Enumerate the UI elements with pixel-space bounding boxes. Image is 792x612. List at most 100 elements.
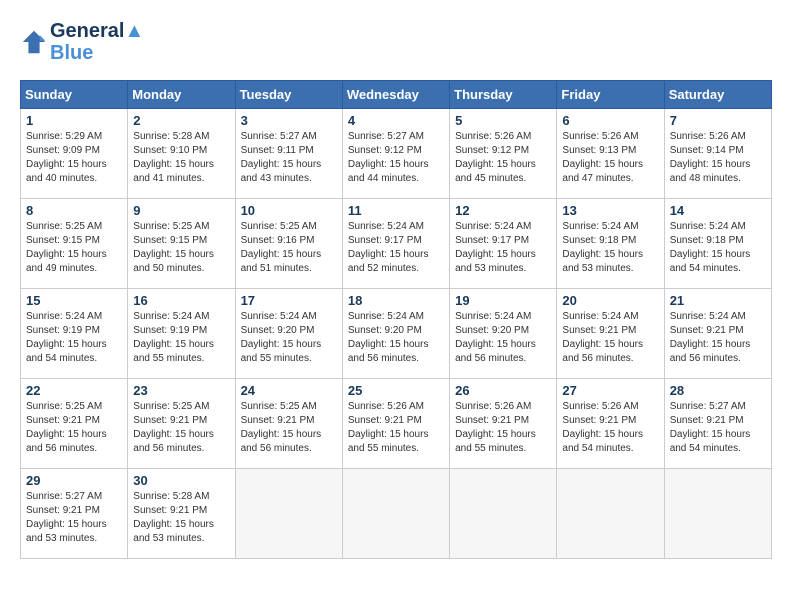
- day-info: Sunrise: 5:24 AMSunset: 9:21 PMDaylight:…: [562, 310, 658, 366]
- day-info: Sunrise: 5:27 AMSunset: 9:21 PMDaylight:…: [670, 400, 766, 456]
- calendar-cell: 22Sunrise: 5:25 AMSunset: 9:21 PMDayligh…: [21, 379, 128, 469]
- day-number: 26: [455, 383, 551, 398]
- day-number: 28: [670, 383, 766, 398]
- day-number: 18: [348, 293, 444, 308]
- calendar-cell: [235, 469, 342, 559]
- day-info: Sunrise: 5:26 AMSunset: 9:21 PMDaylight:…: [348, 400, 444, 456]
- day-number: 13: [562, 203, 658, 218]
- day-number: 8: [26, 203, 122, 218]
- day-number: 17: [241, 293, 337, 308]
- calendar-cell: 19Sunrise: 5:24 AMSunset: 9:20 PMDayligh…: [450, 289, 557, 379]
- day-number: 7: [670, 113, 766, 128]
- calendar-cell: 17 Sunrise: 5:24 AMSunset: 9:20 PMDayligh…: [235, 289, 342, 379]
- day-info: Sunrise: 5:28 AMSunset: 9:10 PMDaylight:…: [133, 130, 229, 186]
- day-info: Sunrise: 5:25 AMSunset: 9:21 PMDaylight:…: [241, 400, 337, 456]
- calendar-cell: 25 Sunrise: 5:26 AMSunset: 9:21 PMDayligh…: [342, 379, 449, 469]
- day-number: 12: [455, 203, 551, 218]
- calendar-cell: 6 Sunrise: 5:26 AMSunset: 9:13 PMDaylight…: [557, 109, 664, 199]
- calendar-cell: 15 Sunrise: 5:24 AMSunset: 9:19 PMDayligh…: [21, 289, 128, 379]
- day-info: Sunrise: 5:26 AMSunset: 9:21 PMDaylight:…: [455, 400, 551, 456]
- day-number: 14: [670, 203, 766, 218]
- day-info: Sunrise: 5:24 AMSunset: 9:18 PMDaylight:…: [670, 220, 766, 276]
- calendar-cell: 8 Sunrise: 5:25 AMSunset: 9:15 PMDaylight…: [21, 199, 128, 289]
- day-number: 1: [26, 113, 122, 128]
- weekday-header-saturday: Saturday: [664, 81, 771, 109]
- calendar-cell: [450, 469, 557, 559]
- day-number: 22: [26, 383, 122, 398]
- calendar-cell: 7 Sunrise: 5:26 AMSunset: 9:14 PMDaylight…: [664, 109, 771, 199]
- day-info: Sunrise: 5:25 AMSunset: 9:21 PMDaylight:…: [133, 400, 229, 456]
- weekday-header-wednesday: Wednesday: [342, 81, 449, 109]
- calendar-cell: [557, 469, 664, 559]
- day-number: 27: [562, 383, 658, 398]
- day-number: 6: [562, 113, 658, 128]
- day-info: Sunrise: 5:24 AMSunset: 9:21 PMDaylight:…: [670, 310, 766, 366]
- day-info: Sunrise: 5:25 AMSunset: 9:15 PMDaylight:…: [133, 220, 229, 276]
- weekday-header-monday: Monday: [128, 81, 235, 109]
- header: General▲ Blue: [20, 20, 772, 64]
- day-number: 10: [241, 203, 337, 218]
- day-info: Sunrise: 5:27 AMSunset: 9:12 PMDaylight:…: [348, 130, 444, 186]
- day-number: 9: [133, 203, 229, 218]
- day-info: Sunrise: 5:24 AMSunset: 9:19 PMDaylight:…: [26, 310, 122, 366]
- calendar-cell: 18 Sunrise: 5:24 AMSunset: 9:20 PMDayligh…: [342, 289, 449, 379]
- day-info: Sunrise: 5:28 AMSunset: 9:21 PMDaylight:…: [133, 490, 229, 546]
- day-info: Sunrise: 5:27 AMSunset: 9:21 PMDaylight:…: [26, 490, 122, 546]
- day-number: 15: [26, 293, 122, 308]
- calendar-cell: 11 Sunrise: 5:24 AMSunset: 9:17 PMDayligh…: [342, 199, 449, 289]
- calendar-cell: 27Sunrise: 5:26 AMSunset: 9:21 PMDayligh…: [557, 379, 664, 469]
- day-number: 20: [562, 293, 658, 308]
- day-number: 30: [133, 473, 229, 488]
- day-number: 21: [670, 293, 766, 308]
- calendar-cell: 14 Sunrise: 5:24 AMSunset: 9:18 PMDayligh…: [664, 199, 771, 289]
- weekday-header-sunday: Sunday: [21, 81, 128, 109]
- day-info: Sunrise: 5:26 AMSunset: 9:14 PMDaylight:…: [670, 130, 766, 186]
- day-number: 25: [348, 383, 444, 398]
- day-info: Sunrise: 5:24 AMSunset: 9:20 PMDaylight:…: [241, 310, 337, 366]
- day-info: Sunrise: 5:24 AMSunset: 9:20 PMDaylight:…: [455, 310, 551, 366]
- day-info: Sunrise: 5:27 AMSunset: 9:11 PMDaylight:…: [241, 130, 337, 186]
- calendar-cell: 16 Sunrise: 5:24 AMSunset: 9:19 PMDayligh…: [128, 289, 235, 379]
- logo-line2: Blue: [50, 42, 144, 64]
- logo-line1: General▲: [50, 20, 144, 42]
- calendar-cell: 10 Sunrise: 5:25 AMSunset: 9:16 PMDayligh…: [235, 199, 342, 289]
- weekday-header-thursday: Thursday: [450, 81, 557, 109]
- logo: General▲ Blue: [20, 20, 144, 64]
- calendar-cell: 3Sunrise: 5:27 AMSunset: 9:11 PMDaylight…: [235, 109, 342, 199]
- day-number: 16: [133, 293, 229, 308]
- calendar-cell: 1 Sunrise: 5:29 AMSunset: 9:09 PMDaylight…: [21, 109, 128, 199]
- day-info: Sunrise: 5:24 AMSunset: 9:19 PMDaylight:…: [133, 310, 229, 366]
- day-info: Sunrise: 5:24 AMSunset: 9:17 PMDaylight:…: [348, 220, 444, 276]
- calendar-cell: 13 Sunrise: 5:24 AMSunset: 9:18 PMDayligh…: [557, 199, 664, 289]
- day-number: 11: [348, 203, 444, 218]
- calendar-cell: 23Sunrise: 5:25 AMSunset: 9:21 PMDayligh…: [128, 379, 235, 469]
- weekday-header-friday: Friday: [557, 81, 664, 109]
- weekday-header-tuesday: Tuesday: [235, 81, 342, 109]
- calendar-cell: 20 Sunrise: 5:24 AMSunset: 9:21 PMDayligh…: [557, 289, 664, 379]
- day-info: Sunrise: 5:24 AMSunset: 9:20 PMDaylight:…: [348, 310, 444, 366]
- day-number: 4: [348, 113, 444, 128]
- calendar-cell: [664, 469, 771, 559]
- calendar-cell: 12 Sunrise: 5:24 AMSunset: 9:17 PMDayligh…: [450, 199, 557, 289]
- day-number: 29: [26, 473, 122, 488]
- day-number: 5: [455, 113, 551, 128]
- calendar-cell: 30 Sunrise: 5:28 AMSunset: 9:21 PMDayligh…: [128, 469, 235, 559]
- calendar-table: SundayMondayTuesdayWednesdayThursdayFrid…: [20, 80, 772, 559]
- day-info: Sunrise: 5:24 AMSunset: 9:18 PMDaylight:…: [562, 220, 658, 276]
- calendar-cell: 29 Sunrise: 5:27 AMSunset: 9:21 PMDayligh…: [21, 469, 128, 559]
- day-info: Sunrise: 5:29 AMSunset: 9:09 PMDaylight:…: [26, 130, 122, 186]
- calendar-cell: 4 Sunrise: 5:27 AMSunset: 9:12 PMDaylight…: [342, 109, 449, 199]
- calendar-cell: 28 Sunrise: 5:27 AMSunset: 9:21 PMDayligh…: [664, 379, 771, 469]
- calendar-cell: 5Sunrise: 5:26 AMSunset: 9:12 PMDaylight…: [450, 109, 557, 199]
- calendar-cell: 26 Sunrise: 5:26 AMSunset: 9:21 PMDayligh…: [450, 379, 557, 469]
- calendar-cell: [342, 469, 449, 559]
- day-info: Sunrise: 5:26 AMSunset: 9:13 PMDaylight:…: [562, 130, 658, 186]
- day-number: 2: [133, 113, 229, 128]
- calendar-cell: 21 Sunrise: 5:24 AMSunset: 9:21 PMDayligh…: [664, 289, 771, 379]
- logo-icon: [20, 28, 48, 56]
- day-info: Sunrise: 5:25 AMSunset: 9:15 PMDaylight:…: [26, 220, 122, 276]
- day-info: Sunrise: 5:24 AMSunset: 9:17 PMDaylight:…: [455, 220, 551, 276]
- calendar-cell: 2 Sunrise: 5:28 AMSunset: 9:10 PMDaylight…: [128, 109, 235, 199]
- day-info: Sunrise: 5:25 AMSunset: 9:16 PMDaylight:…: [241, 220, 337, 276]
- calendar-cell: 9 Sunrise: 5:25 AMSunset: 9:15 PMDaylight…: [128, 199, 235, 289]
